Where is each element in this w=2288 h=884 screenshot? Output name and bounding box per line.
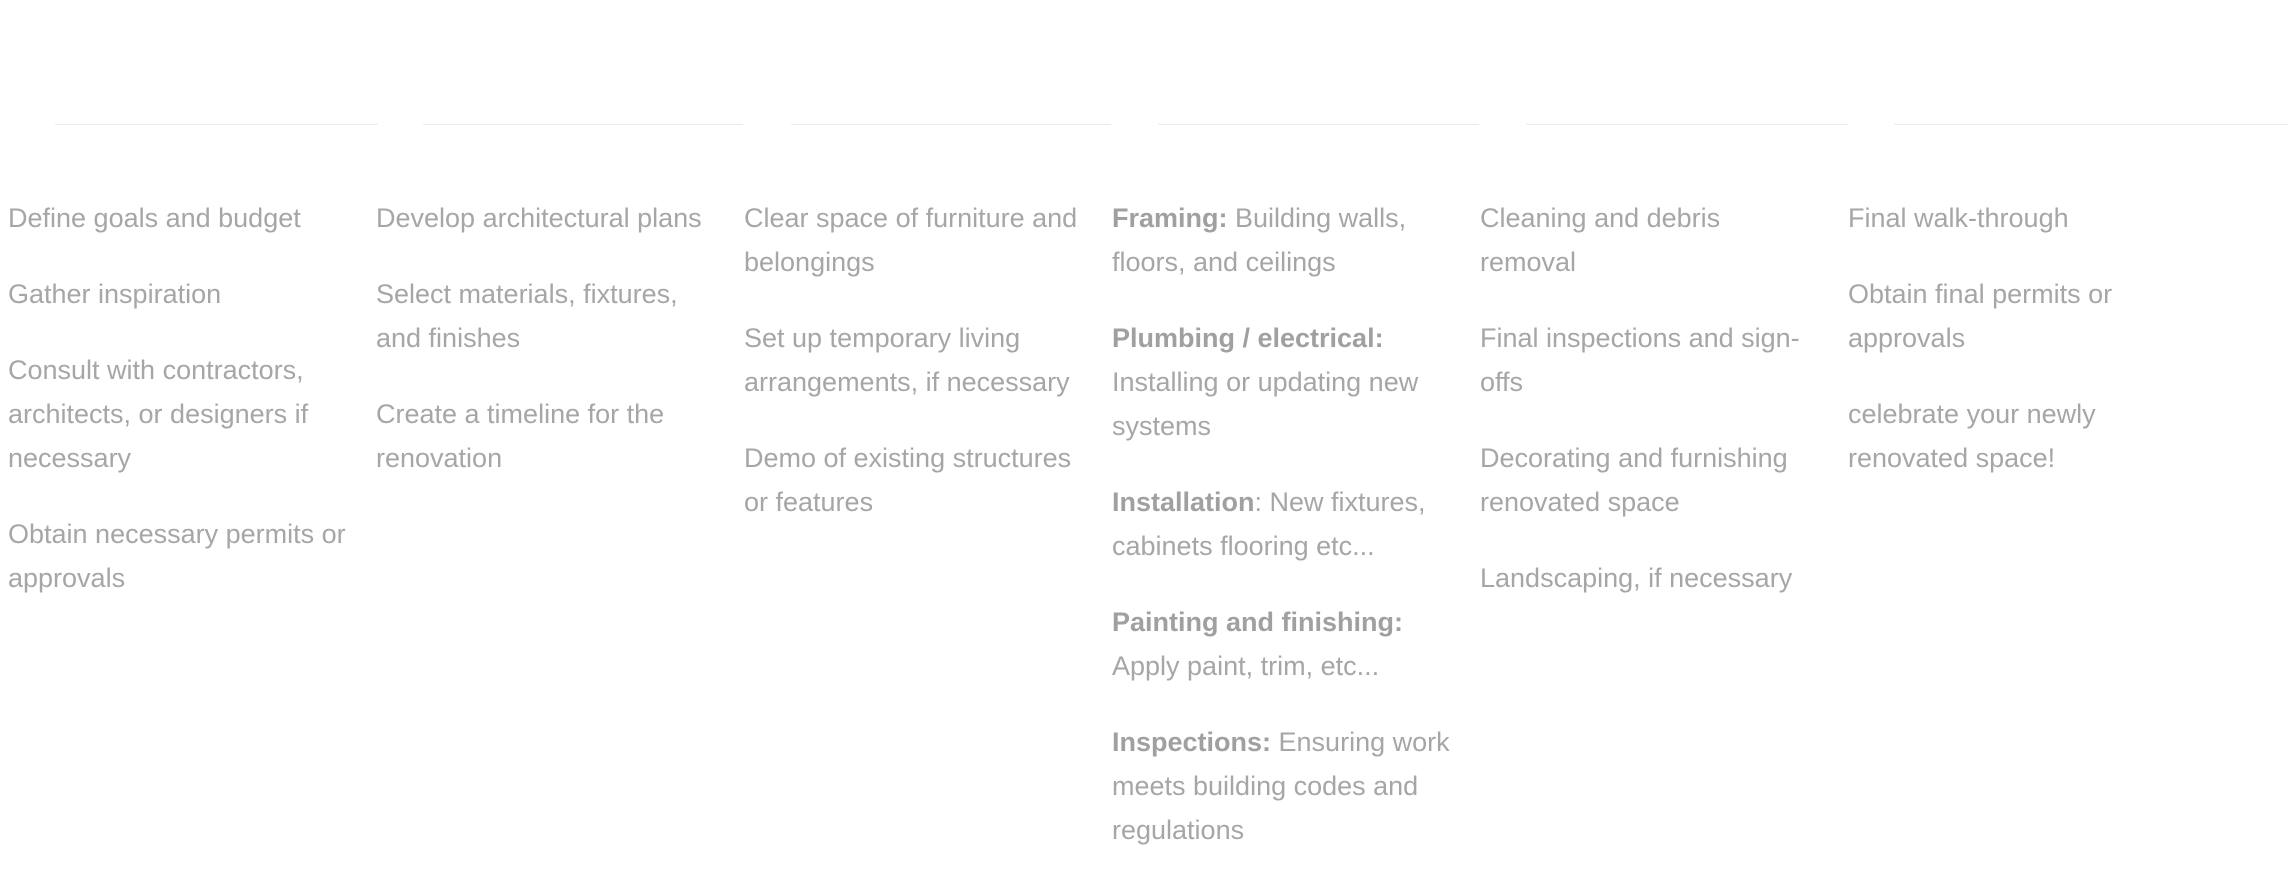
- list-item: Installation: New fixtures, cabinets flo…: [1112, 487, 1426, 561]
- phase-divider-2: [423, 124, 743, 125]
- list-item: Obtain final permits or approvals: [1848, 279, 2113, 353]
- phase-column-4: Framing: Building walls, floors, and cei…: [1112, 196, 1452, 884]
- list-item: Decorating and furnishing renovated spac…: [1480, 443, 1788, 517]
- list-item: Cleaning and debris removal: [1480, 203, 1721, 277]
- list-item: Create a timeline for the renovation: [376, 399, 665, 473]
- list-item: Consult with contractors, architects, or…: [8, 355, 309, 473]
- list-item: Clear space of furniture and belongings: [744, 203, 1078, 277]
- phase-divider-5: [1526, 124, 1848, 125]
- list-item: Gather inspiration: [8, 279, 222, 309]
- list-item: Landscaping, if necessary: [1480, 563, 1793, 593]
- list-item: Plumbing / electrical: Installing or upd…: [1112, 323, 1419, 441]
- list-item: Set up temporary living arrangements, if…: [744, 323, 1070, 397]
- phase-column-5: Cleaning and debris removal Final inspec…: [1480, 196, 1820, 632]
- list-item: Select materials, fixtures, and finishes: [376, 279, 678, 353]
- list-item: Demo of existing structures or features: [744, 443, 1072, 517]
- phase-column-3: Clear space of furniture and belongings …: [744, 196, 1084, 556]
- phase-divider-4: [1158, 124, 1479, 125]
- phase-column-2: Develop architectural plans Select mater…: [376, 196, 716, 512]
- phase-column-6: Final walk-through Obtain final permits …: [1848, 196, 2188, 512]
- phase-divider-6: [1894, 124, 2288, 125]
- list-item: Inspections: Ensuring work meets buildin…: [1112, 727, 1450, 845]
- list-item: Painting and finishing: Apply paint, tri…: [1112, 607, 1403, 681]
- list-item: Define goals and budget: [8, 203, 301, 233]
- list-item: Final walk-through: [1848, 203, 2069, 233]
- list-item: celebrate your newly renovated space!: [1848, 399, 2096, 473]
- phase-divider-3: [791, 124, 1111, 125]
- list-item: Obtain necessary permits or approvals: [8, 519, 346, 593]
- list-item: Framing: Building walls, floors, and cei…: [1112, 203, 1407, 277]
- phase-column-1: Define goals and budget Gather inspirati…: [8, 196, 348, 632]
- list-item: Develop architectural plans: [376, 203, 702, 233]
- list-item: Final inspections and sign-offs: [1480, 323, 1800, 397]
- phase-divider-1: [55, 124, 378, 125]
